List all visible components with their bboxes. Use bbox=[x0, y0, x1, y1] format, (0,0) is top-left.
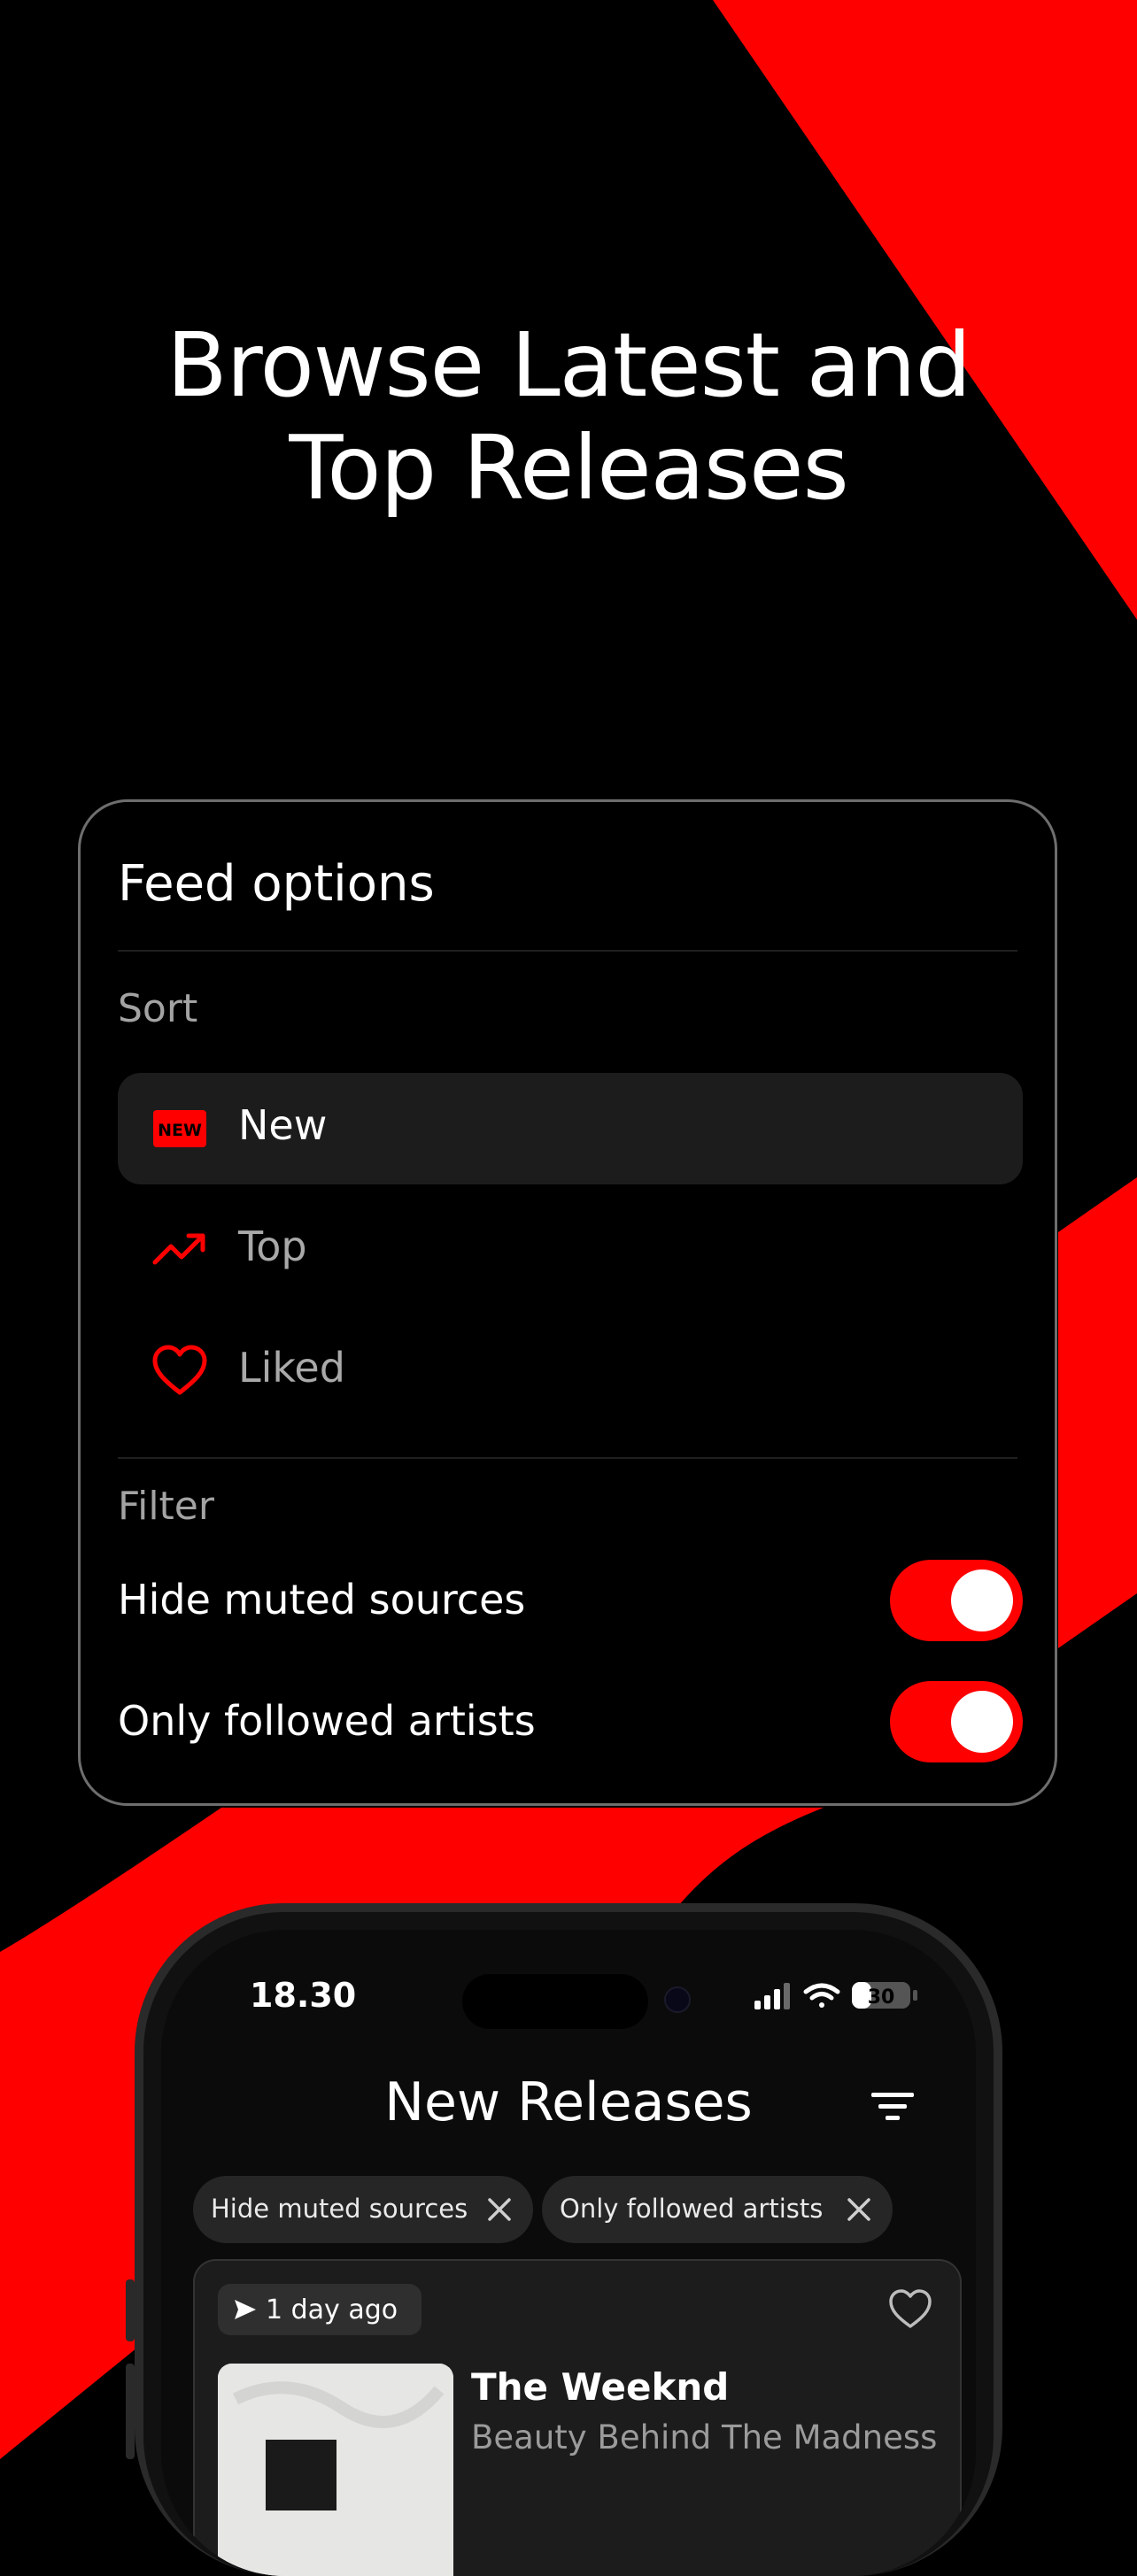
filter-label: Only followed artists bbox=[118, 1697, 536, 1745]
sort-option-liked[interactable]: Liked bbox=[118, 1315, 1023, 1427]
album-art-image bbox=[218, 2364, 453, 2576]
release-artist: The Weeknd bbox=[471, 2365, 730, 2409]
sort-option-new[interactable]: NEW New bbox=[118, 1073, 1023, 1184]
sort-option-label: Top bbox=[238, 1222, 307, 1270]
filter-section-label: Filter bbox=[118, 1484, 214, 1529]
phone-bezel: 18.30 30 New Releases Hide muted sources… bbox=[143, 1912, 994, 2576]
send-icon bbox=[235, 2300, 256, 2319]
battery-icon: 30 bbox=[852, 1982, 917, 2009]
chip-label: Hide muted sources bbox=[211, 2194, 468, 2224]
chip-label: Only followed artists bbox=[560, 2194, 824, 2224]
filter-only-followed-artists: Only followed artists bbox=[118, 1681, 1023, 1766]
release-age: 1 day ago bbox=[266, 2294, 398, 2325]
release-card[interactable]: 1 day ago The Weeknd Beauty Behind The M… bbox=[193, 2259, 962, 2576]
heart-icon[interactable] bbox=[887, 2287, 933, 2330]
heart-icon bbox=[152, 1345, 207, 1395]
filter-label: Hide muted sources bbox=[118, 1576, 526, 1623]
filter-hide-muted-sources: Hide muted sources bbox=[118, 1560, 1023, 1645]
signal-icon bbox=[754, 1983, 790, 2009]
album-cover bbox=[218, 2364, 453, 2576]
divider bbox=[118, 950, 1017, 952]
chip-only-followed-artists[interactable]: Only followed artists bbox=[542, 2176, 893, 2243]
chip-hide-muted-sources[interactable]: Hide muted sources bbox=[193, 2176, 533, 2243]
filter-lines-icon[interactable] bbox=[871, 2091, 914, 2123]
sort-option-label: Liked bbox=[238, 1344, 345, 1392]
only-followed-artists-toggle[interactable] bbox=[890, 1681, 1023, 1762]
feed-options-panel: Feed options Sort NEW New Top Liked Filt… bbox=[78, 799, 1057, 1806]
new-badge-text: NEW bbox=[158, 1121, 202, 1140]
headline: Browse Latest and Top Releases bbox=[0, 314, 1137, 520]
phone-mockup: 18.30 30 New Releases Hide muted sources… bbox=[135, 1903, 1002, 2576]
release-age-badge: 1 day ago bbox=[218, 2284, 422, 2335]
release-album: Beauty Behind The Madness bbox=[471, 2418, 938, 2456]
sort-option-top[interactable]: Top bbox=[118, 1194, 1023, 1306]
sort-option-label: New bbox=[238, 1101, 328, 1149]
toggle-knob bbox=[951, 1691, 1013, 1753]
feed-options-title: Feed options bbox=[118, 855, 435, 913]
sort-section-label: Sort bbox=[118, 986, 198, 1031]
battery-level: 30 bbox=[868, 1986, 895, 2009]
page-title: New Releases bbox=[384, 2071, 753, 2133]
camera-icon bbox=[664, 1986, 691, 2013]
status-icons: 30 bbox=[754, 1982, 917, 2009]
toggle-knob bbox=[951, 1570, 1013, 1631]
trending-up-icon bbox=[152, 1233, 205, 1265]
phone-screen: 18.30 30 New Releases Hide muted sources… bbox=[161, 1930, 976, 2576]
headline-line-2: Top Releases bbox=[289, 416, 848, 520]
hide-muted-sources-toggle[interactable] bbox=[890, 1560, 1023, 1641]
dynamic-island bbox=[462, 1974, 648, 2029]
status-time: 18.30 bbox=[250, 1976, 357, 2015]
phone-side-button bbox=[126, 2364, 135, 2459]
divider bbox=[118, 1457, 1017, 1459]
headline-line-1: Browse Latest and bbox=[166, 313, 971, 417]
close-icon[interactable] bbox=[485, 2195, 514, 2224]
wifi-icon bbox=[803, 1983, 840, 2008]
phone-side-button bbox=[126, 2279, 135, 2341]
close-icon[interactable] bbox=[845, 2195, 873, 2224]
new-badge-icon: NEW bbox=[153, 1110, 206, 1147]
